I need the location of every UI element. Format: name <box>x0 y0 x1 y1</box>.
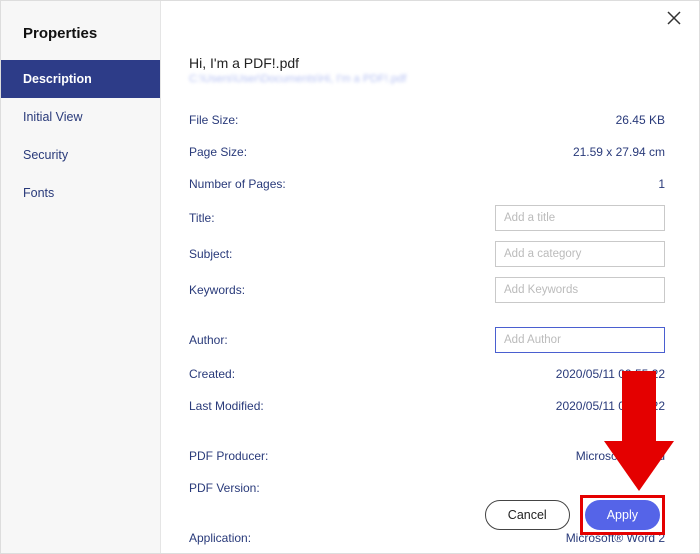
application-label: Application: <box>189 531 349 545</box>
row-keywords: Keywords: <box>189 277 665 303</box>
cancel-button[interactable]: Cancel <box>485 500 570 530</box>
main-panel: Hi, I'm a PDF!.pdf C:\Users\User\Documen… <box>161 1 699 553</box>
row-created: Created: 2020/05/11 09:55:22 <box>189 363 665 385</box>
producer-label: PDF Producer: <box>189 449 349 463</box>
keywords-label: Keywords: <box>189 283 349 297</box>
modified-value: 2020/05/11 09:55:22 <box>349 399 665 413</box>
created-value: 2020/05/11 09:55:22 <box>349 367 665 381</box>
num-pages-value: 1 <box>349 177 665 191</box>
row-producer: PDF Producer: Microsoft® Word <box>189 445 665 467</box>
sidebar-item-security[interactable]: Security <box>1 136 160 174</box>
num-pages-label: Number of Pages: <box>189 177 349 191</box>
producer-value: Microsoft® Word <box>349 449 665 463</box>
file-size-value: 26.45 KB <box>349 113 665 127</box>
title-label: Title: <box>189 211 349 225</box>
row-num-pages: Number of Pages: 1 <box>189 173 665 195</box>
title-input[interactable] <box>495 205 665 231</box>
keywords-input[interactable] <box>495 277 665 303</box>
created-label: Created: <box>189 367 349 381</box>
apply-highlight: Apply <box>580 495 665 535</box>
document-title: Hi, I'm a PDF!.pdf <box>189 55 665 71</box>
sidebar-item-initial-view[interactable]: Initial View <box>1 98 160 136</box>
footer-actions: Cancel Apply <box>485 495 665 535</box>
row-subject: Subject: <box>189 241 665 267</box>
sidebar-item-description[interactable]: Description <box>1 60 160 98</box>
page-size-value: 21.59 x 27.94 cm <box>349 145 665 159</box>
sidebar: Properties Description Initial View Secu… <box>1 1 161 553</box>
close-button[interactable] <box>667 11 685 29</box>
row-file-size: File Size: 26.45 KB <box>189 109 665 131</box>
sidebar-item-fonts[interactable]: Fonts <box>1 174 160 212</box>
document-path: C:\Users\User\Documents\Hi, I'm a PDF!.p… <box>189 73 665 85</box>
version-label: PDF Version: <box>189 481 349 495</box>
row-page-size: Page Size: 21.59 x 27.94 cm <box>189 141 665 163</box>
panel-title: Properties <box>1 1 160 60</box>
author-input[interactable] <box>495 327 665 353</box>
page-size-label: Page Size: <box>189 145 349 159</box>
close-icon <box>667 11 681 25</box>
apply-button[interactable]: Apply <box>585 500 660 530</box>
author-label: Author: <box>189 333 349 347</box>
subject-label: Subject: <box>189 247 349 261</box>
modified-label: Last Modified: <box>189 399 349 413</box>
row-author: Author: <box>189 327 665 353</box>
file-size-label: File Size: <box>189 113 349 127</box>
row-title: Title: <box>189 205 665 231</box>
subject-input[interactable] <box>495 241 665 267</box>
row-modified: Last Modified: 2020/05/11 09:55:22 <box>189 395 665 417</box>
